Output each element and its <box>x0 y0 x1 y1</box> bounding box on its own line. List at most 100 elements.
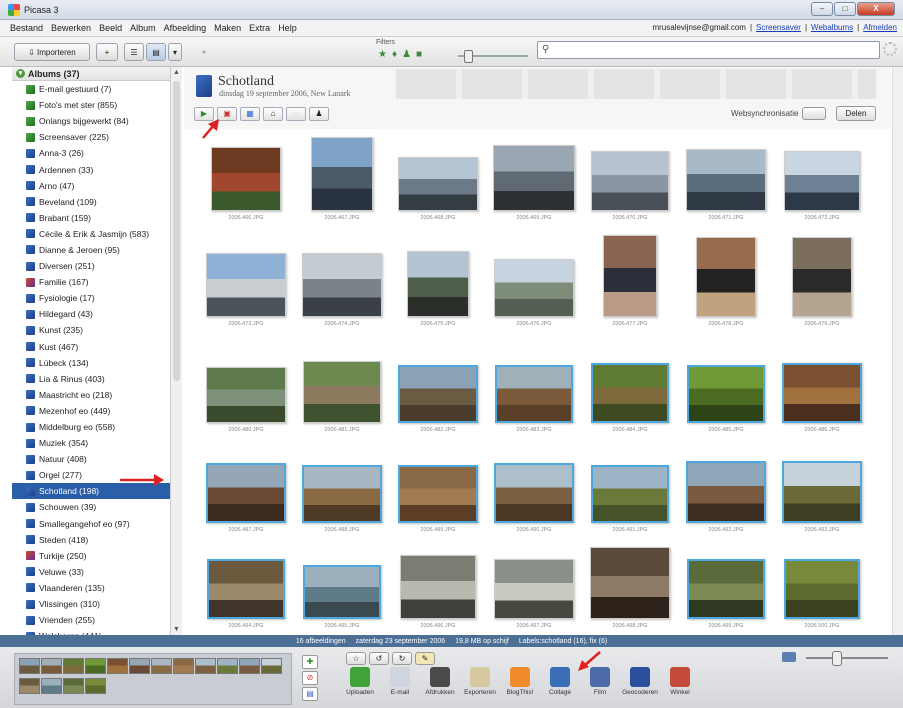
photo-thumbnail[interactable]: 2006.472.JPG <box>774 133 870 241</box>
photo-thumbnail[interactable]: 2006.480.JPG <box>198 345 294 453</box>
photo-image[interactable] <box>398 157 478 211</box>
photo-image[interactable] <box>494 559 574 619</box>
album-title[interactable]: Schotland <box>218 74 274 90</box>
sidebar-album-item[interactable]: Beveland (109) <box>12 194 181 210</box>
maximize-button[interactable]: □ <box>834 2 856 16</box>
tag-icon[interactable]: ✎ <box>415 652 435 665</box>
tray-thumbnail[interactable] <box>85 658 106 674</box>
photo-image[interactable] <box>398 465 478 523</box>
photo-thumbnail[interactable]: 2006.468.JPG <box>390 133 486 241</box>
sidebar-album-item[interactable]: Foto's met ster (855) <box>12 97 181 113</box>
menu-help[interactable]: Help <box>278 23 297 33</box>
film-button[interactable]: Film <box>580 667 620 705</box>
star-button[interactable]: ☆ <box>286 107 306 121</box>
sidebar-album-item[interactable]: Walcheren (441) <box>12 628 181 635</box>
sidebar-album-item[interactable]: Natuur (408) <box>12 451 181 467</box>
photo-thumbnail[interactable]: 2006.467.JPG <box>294 133 390 241</box>
photo-thumbnail[interactable]: 2006.490.JPG <box>486 445 582 553</box>
content-scrollbar[interactable] <box>892 67 903 635</box>
photo-image[interactable] <box>782 363 862 423</box>
photo-image[interactable] <box>784 559 860 619</box>
albums-header[interactable]: ▾ Albums (37) <box>12 67 181 81</box>
import-button[interactable]: ⇩ Importeren <box>14 43 90 61</box>
list-view-button[interactable]: ☰ <box>124 43 144 61</box>
winkel-button[interactable]: Winkel <box>660 667 700 705</box>
photo-image[interactable] <box>591 465 669 523</box>
scroll-up-icon[interactable]: ▲ <box>173 69 180 76</box>
sidebar-album-item[interactable]: Diversen (251) <box>12 258 181 274</box>
clear-tray-icon[interactable]: ⊘ <box>302 671 318 685</box>
photo-thumbnail[interactable]: 2006.485.JPG <box>678 345 774 453</box>
sidebar-scrollbar[interactable]: ▲ ▼ <box>170 67 182 635</box>
photo-thumbnail[interactable]: 2006.494.JPG <box>198 541 294 649</box>
photo-image[interactable] <box>784 151 860 211</box>
sidebar-album-item[interactable]: Brabant (159) <box>12 210 181 226</box>
photo-image[interactable] <box>494 259 574 317</box>
sidebar-album-item[interactable]: Middelburg eo (558) <box>12 419 181 435</box>
photo-image[interactable] <box>207 559 285 619</box>
photo-thumbnail[interactable]: 2006.484.JPG <box>582 345 678 453</box>
webalbums-link[interactable]: Webalbums <box>811 23 853 32</box>
sidebar-album-item[interactable]: Screensaver (225) <box>12 129 181 145</box>
photo-thumbnail[interactable]: 2006.476.JPG <box>486 239 582 347</box>
upload-filter-icon[interactable]: ♦ <box>392 49 397 63</box>
photo-image[interactable] <box>303 361 381 423</box>
photo-thumbnail[interactable]: 2006.493.JPG <box>774 445 870 553</box>
photo-image[interactable] <box>495 365 573 423</box>
sidebar-album-item[interactable]: Lia & Rinus (403) <box>12 371 181 387</box>
export-html-button[interactable]: ⌂ <box>263 107 283 121</box>
photo-image[interactable] <box>792 237 852 317</box>
geocoderen-button[interactable]: Geocoderen <box>620 667 660 705</box>
photo-thumbnail[interactable]: 2006.477.JPG <box>582 235 678 347</box>
photo-thumbnail[interactable]: 2006.500.JPG <box>774 541 870 649</box>
photo-thumbnail[interactable]: 2006.475.JPG <box>390 239 486 347</box>
photo-image[interactable] <box>687 365 765 423</box>
sidebar-album-item[interactable]: Hildegard (43) <box>12 306 181 322</box>
video-filter-icon[interactable]: ■ <box>416 49 422 63</box>
menu-bestand[interactable]: Bestand <box>10 23 43 33</box>
photo-image[interactable] <box>686 461 766 523</box>
photo-thumbnail[interactable]: 2006.478.JPG <box>678 237 774 347</box>
photo-image[interactable] <box>686 149 766 211</box>
e-mail-button[interactable]: E-mail <box>380 667 420 705</box>
settings-icon[interactable] <box>883 42 897 56</box>
sidebar-album-item[interactable]: Fysiologie (17) <box>12 290 181 306</box>
photo-image[interactable] <box>311 137 373 211</box>
share-button[interactable]: Delen <box>836 106 876 121</box>
screensaver-link[interactable]: Screensaver <box>756 23 801 32</box>
tray-thumbnail[interactable] <box>85 678 106 694</box>
menu-afbeelding[interactable]: Afbeelding <box>164 23 207 33</box>
photo-thumbnail[interactable]: 2006.499.JPG <box>678 541 774 649</box>
scroll-down-icon[interactable]: ▼ <box>173 626 180 633</box>
photo-thumbnail[interactable]: 2006.491.JPG <box>582 445 678 553</box>
tray-thumbnail[interactable] <box>19 678 40 694</box>
photo-image[interactable] <box>687 559 765 619</box>
tree-view-button[interactable]: ▤ <box>146 43 166 61</box>
photo-image[interactable] <box>206 367 286 423</box>
sidebar-album-item[interactable]: Mezenhof eo (449) <box>12 403 181 419</box>
tray-thumbnail[interactable] <box>151 658 172 674</box>
menu-maken[interactable]: Maken <box>214 23 241 33</box>
rotate-right-icon[interactable]: ↻ <box>392 652 412 665</box>
photo-image[interactable] <box>591 363 669 423</box>
photo-thumbnail[interactable]: 2006.482.JPG <box>390 345 486 453</box>
photo-thumbnail[interactable]: 2006.488.JPG <box>294 445 390 553</box>
tray-thumbnail[interactable] <box>195 658 216 674</box>
photo-image[interactable] <box>302 253 382 317</box>
photo-thumbnail[interactable]: 2006.489.JPG <box>390 445 486 553</box>
sidebar-album-item[interactable]: Turkije (250) <box>12 548 181 564</box>
rotate-left-icon[interactable]: ↺ <box>369 652 389 665</box>
add-to-album-icon[interactable]: ▤ <box>302 687 318 701</box>
photo-thumbnail[interactable]: 2006.497.JPG <box>486 541 582 649</box>
tray-thumbnail[interactable] <box>107 658 128 674</box>
photo-image[interactable] <box>206 253 286 317</box>
photo-image[interactable] <box>398 365 478 423</box>
blogthis--button[interactable]: BlogThis! <box>500 667 540 705</box>
photo-thumbnail[interactable]: 2006.487.JPG <box>198 445 294 553</box>
photo-thumbnail[interactable]: 2006.474.JPG <box>294 239 390 347</box>
logout-link[interactable]: Afmelden <box>863 23 897 32</box>
sidebar-album-item[interactable]: Dianne & Jeroen (95) <box>12 242 181 258</box>
tray-thumbnail[interactable] <box>41 678 62 694</box>
photo-image[interactable] <box>494 463 574 523</box>
add-to-library-button[interactable]: + <box>96 43 118 61</box>
